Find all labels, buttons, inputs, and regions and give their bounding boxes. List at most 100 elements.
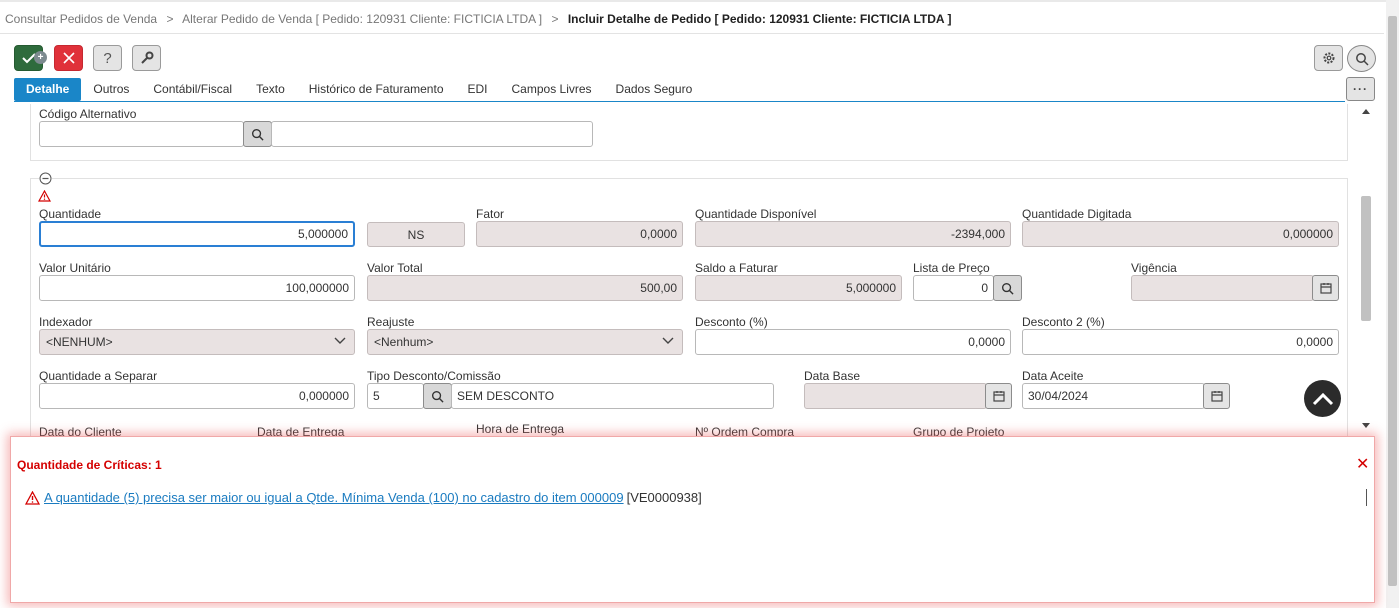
unidade-field: NS (367, 222, 465, 247)
confirm-button[interactable]: + (14, 45, 47, 71)
critica-item: A quantidade (5) precisa ser maior ou ig… (25, 490, 702, 505)
criticas-title: Quantidade de Críticas: 1 (17, 458, 162, 472)
calendar-icon (992, 391, 1005, 402)
codigo-alternativo-search-button[interactable] (243, 121, 272, 147)
breadcrumb-current: Incluir Detalhe de Pedido [ Pedido: 1209… (567, 12, 952, 26)
chevron-down-icon (334, 337, 346, 344)
collapse-icon[interactable] (39, 172, 52, 185)
tab-historico-faturamento[interactable]: Histórico de Faturamento (297, 78, 456, 101)
scroll-up-arrow-icon[interactable] (1361, 107, 1371, 115)
scroll-down-arrow-icon[interactable] (1361, 422, 1371, 430)
data-base-calendar-button[interactable] (985, 383, 1012, 409)
tab-texto[interactable]: Texto (244, 78, 297, 101)
vigencia-field (1131, 275, 1314, 301)
desconto2-input[interactable]: 0,0000 (1022, 329, 1339, 355)
tab-dados-seguro[interactable]: Dados Seguro (604, 78, 705, 101)
fator-label: Fator (476, 207, 505, 221)
close-criticas-button[interactable]: ✕ (1356, 454, 1369, 474)
breadcrumb-separator: > (166, 12, 174, 26)
lista-de-preco-label: Lista de Preço (913, 261, 990, 275)
data-aceite-label: Data Aceite (1022, 369, 1084, 383)
help-button[interactable]: ? (93, 45, 122, 71)
indexador-value: <NENHUM> (46, 335, 113, 349)
search-icon (1355, 52, 1369, 66)
tipo-desconto-code-input[interactable]: 5 (367, 383, 424, 409)
more-icon: ··· (1353, 82, 1368, 96)
reajuste-value: <Nenhum> (374, 335, 434, 349)
tipo-desconto-label: Tipo Desconto/Comissão (367, 369, 501, 383)
search-icon (431, 390, 444, 403)
codigo-alternativo-description (271, 121, 593, 147)
criticas-panel: Quantidade de Críticas: 1 ✕ A quantidade… (10, 436, 1375, 603)
data-aceite-input[interactable]: 30/04/2024 (1022, 383, 1205, 409)
valor-unitario-input[interactable]: 100,000000 (39, 275, 355, 301)
quantidade-disponivel-label: Quantidade Disponível (695, 207, 817, 221)
quantidade-a-separar-input[interactable]: 0,000000 (39, 383, 355, 409)
critica-code: [VE0000938] (626, 490, 702, 505)
top-border (0, 0, 1399, 2)
plus-badge-icon: + (34, 51, 47, 64)
more-options-button[interactable]: ··· (1346, 77, 1375, 101)
indexador-label: Indexador (39, 315, 93, 329)
text-cursor (1366, 489, 1367, 506)
tab-detalhe[interactable]: Detalhe (14, 78, 82, 101)
quantidade-label: Quantidade (39, 207, 102, 221)
settings-button[interactable] (1314, 45, 1343, 71)
form-scroll-thumb[interactable] (1361, 196, 1371, 321)
tipo-desconto-search-button[interactable] (423, 383, 452, 409)
tab-bar: Detalhe Outros Contábil/Fiscal Texto His… (14, 78, 704, 101)
global-search-button[interactable] (1347, 45, 1376, 72)
chevron-up-icon (1312, 392, 1333, 405)
wrench-icon (140, 51, 153, 64)
fator-field: 0,0000 (476, 221, 683, 247)
data-base-label: Data Base (804, 369, 861, 383)
warning-icon (25, 490, 40, 505)
indexador-select[interactable]: <NENHUM> (39, 329, 355, 355)
desconto-input[interactable]: 0,0000 (695, 329, 1011, 355)
lista-de-preco-input[interactable]: 0 (913, 275, 994, 301)
calendar-icon (1319, 283, 1332, 294)
quantidade-digitada-field: 0,000000 (1022, 221, 1339, 247)
quantidade-input[interactable]: 5,000000 (39, 221, 355, 247)
header-divider (0, 33, 1384, 34)
calendar-icon (1210, 391, 1223, 402)
chevron-down-icon (662, 337, 674, 344)
search-icon (1001, 282, 1014, 295)
breadcrumb: Consultar Pedidos de Venda > Alterar Ped… (5, 12, 951, 26)
vigencia-label: Vigência (1131, 261, 1177, 275)
hora-de-entrega-label: Hora de Entrega (476, 422, 565, 436)
tools-button[interactable] (132, 45, 161, 71)
quantidade-digitada-label: Quantidade Digitada (1022, 207, 1132, 221)
critica-message-link[interactable]: A quantidade (5) precisa ser maior ou ig… (44, 490, 624, 505)
lista-de-preco-search-button[interactable] (993, 275, 1022, 301)
data-aceite-calendar-button[interactable] (1203, 383, 1230, 409)
quantidade-a-separar-label: Quantidade a Separar (39, 369, 158, 383)
cancel-button[interactable] (54, 45, 83, 71)
tab-campos-livres[interactable]: Campos Livres (500, 78, 604, 101)
breadcrumb-item-consultar[interactable]: Consultar Pedidos de Venda (5, 12, 157, 26)
saldo-a-faturar-field: 5,000000 (695, 275, 902, 301)
tab-outros[interactable]: Outros (81, 78, 141, 101)
valor-total-field: 500,00 (367, 275, 683, 301)
desconto2-label: Desconto 2 (%) (1022, 315, 1105, 329)
tabs-underline (14, 101, 1345, 102)
vigencia-calendar-button[interactable] (1312, 275, 1339, 301)
page-scroll-thumb[interactable] (1388, 16, 1397, 586)
valor-unitario-label: Valor Unitário (39, 261, 111, 275)
saldo-a-faturar-label: Saldo a Faturar (695, 261, 778, 275)
help-icon: ? (103, 49, 112, 67)
search-icon (251, 128, 264, 141)
tab-edi[interactable]: EDI (456, 78, 500, 101)
close-icon (62, 52, 75, 64)
gear-icon (1323, 52, 1334, 64)
valor-total-label: Valor Total (367, 261, 423, 275)
tab-contabil-fiscal[interactable]: Contábil/Fiscal (141, 78, 244, 101)
reajuste-select[interactable]: <Nenhum> (367, 329, 683, 355)
breadcrumb-item-alterar[interactable]: Alterar Pedido de Venda [ Pedido: 120931… (182, 12, 542, 26)
back-to-top-button[interactable] (1304, 380, 1341, 417)
data-base-field (804, 383, 987, 409)
breadcrumb-separator: > (551, 12, 559, 26)
codigo-alternativo-label: Código Alternativo (39, 107, 137, 121)
desconto-label: Desconto (%) (695, 315, 768, 329)
codigo-alternativo-input[interactable] (39, 121, 244, 147)
